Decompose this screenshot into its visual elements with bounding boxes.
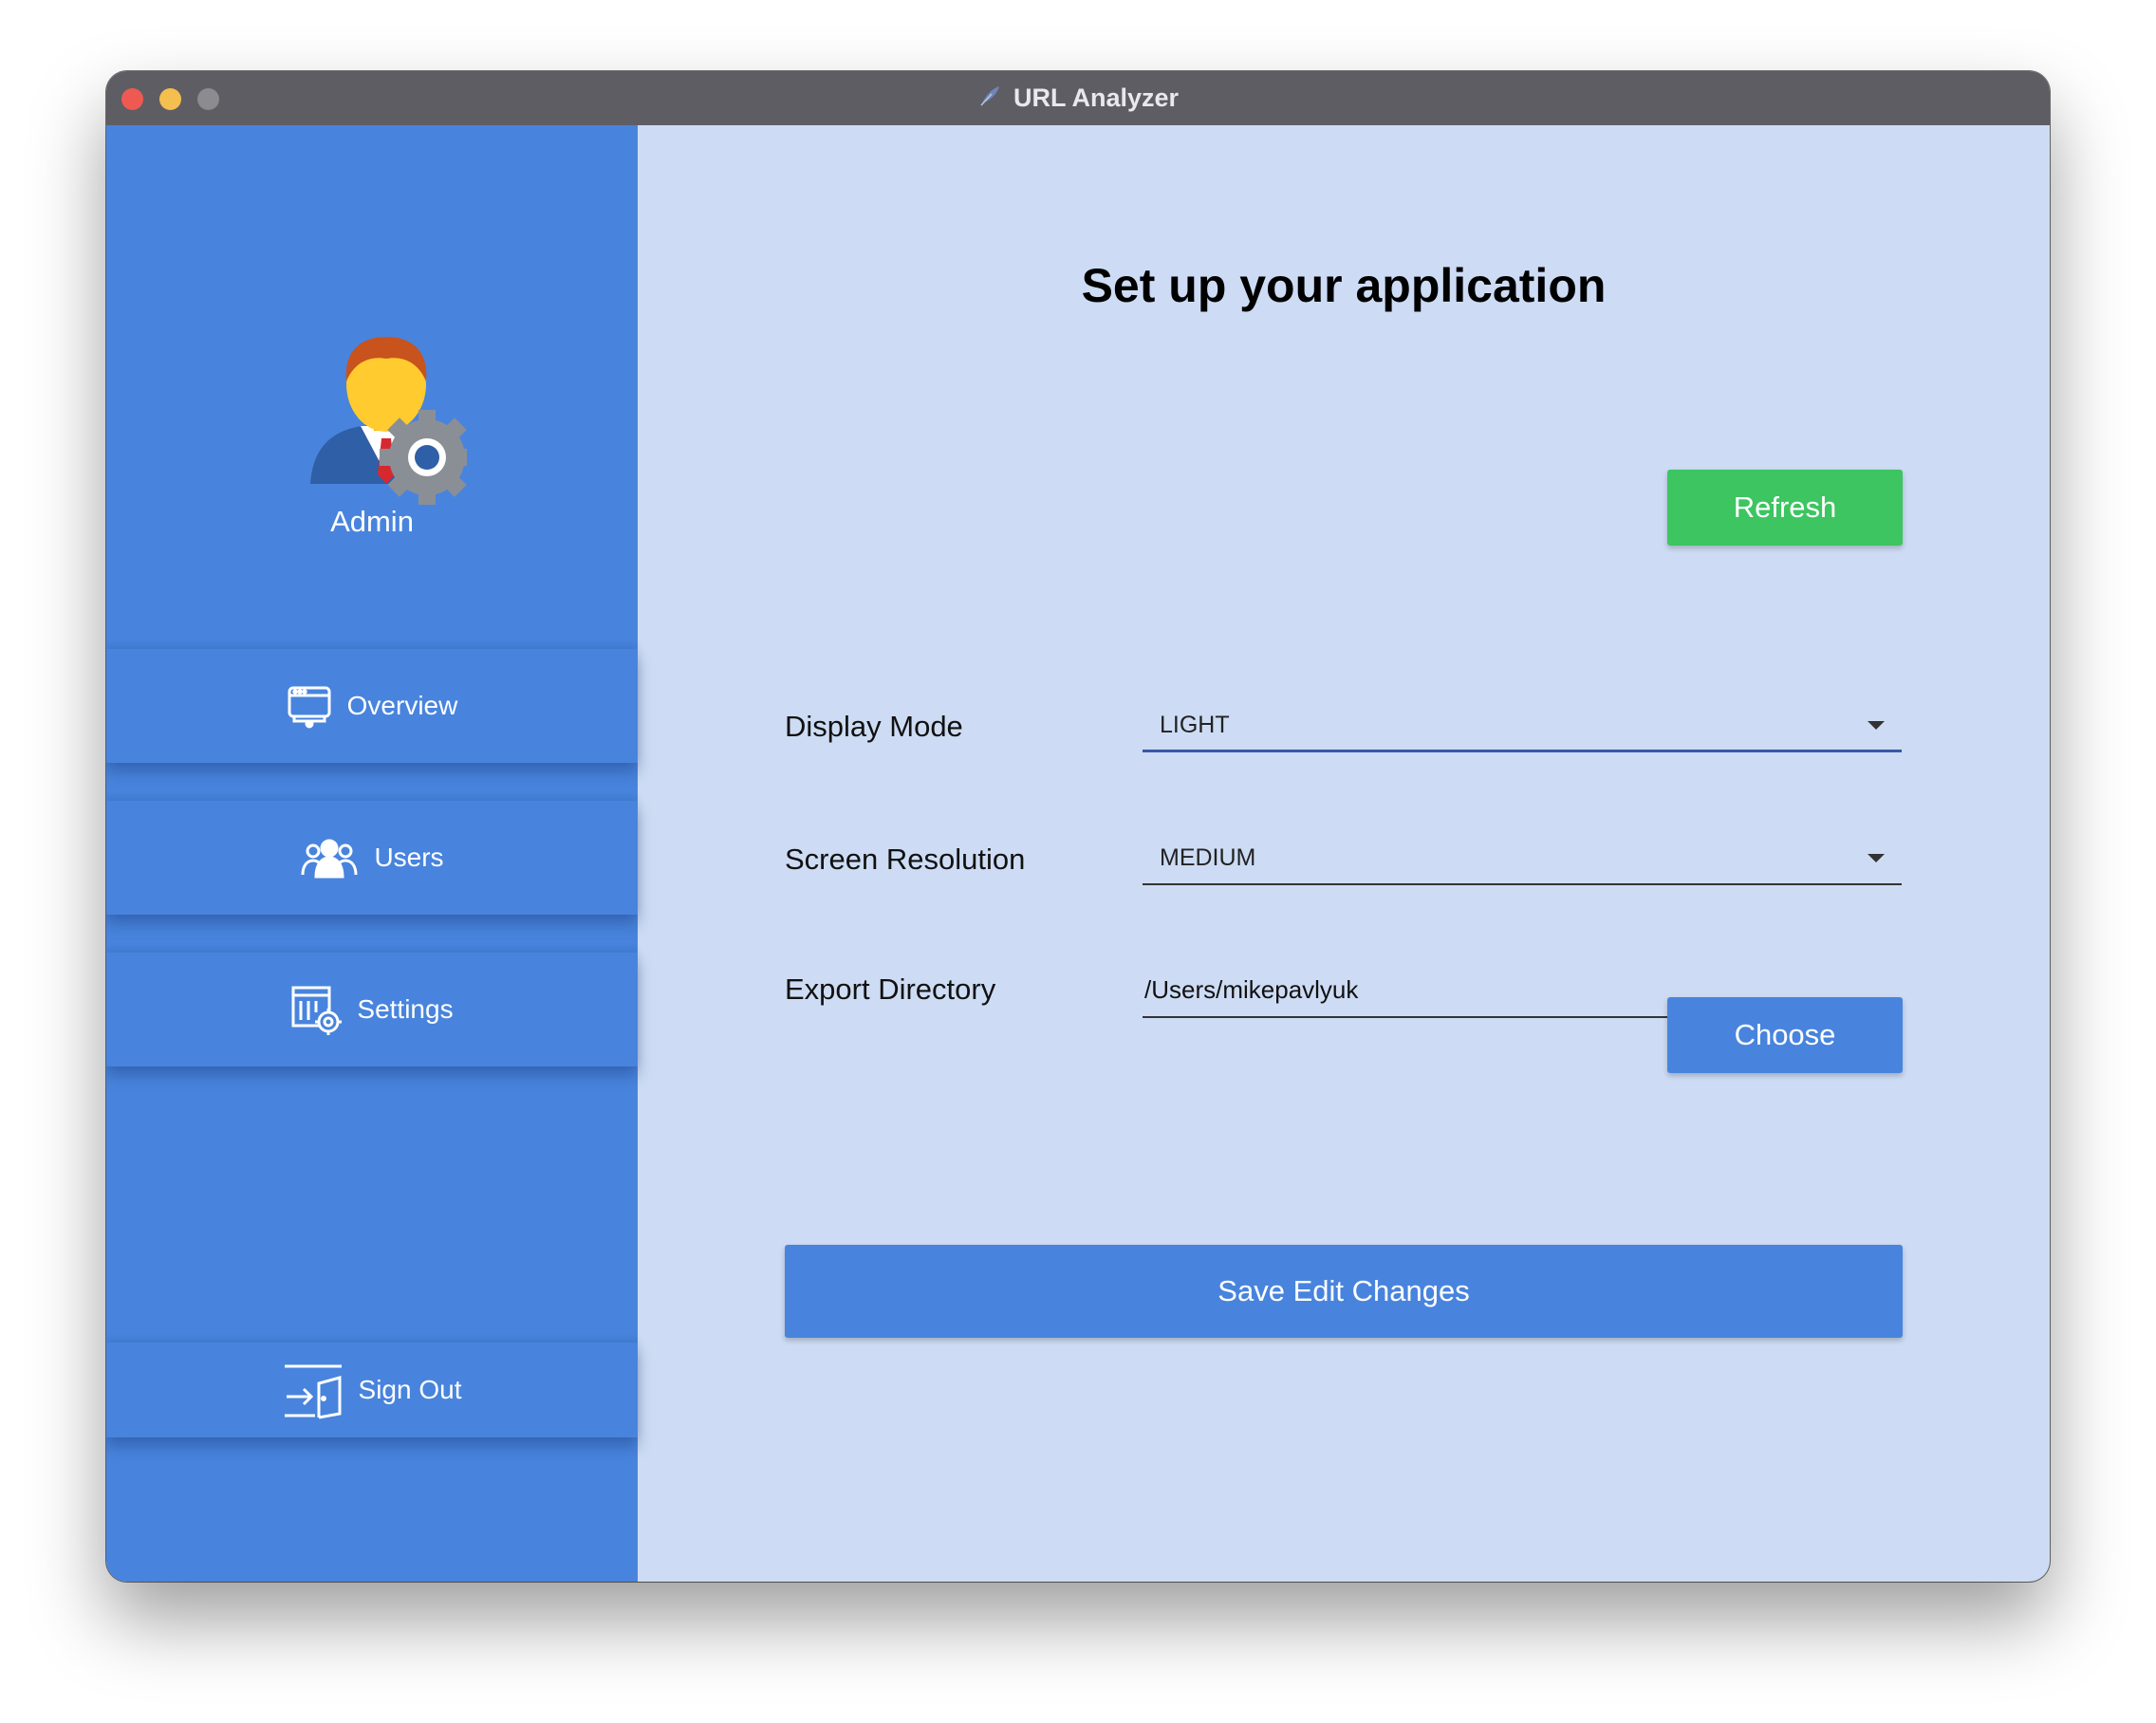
app-window: URL Analyzer Admin Overview Users Settin…: [106, 71, 2050, 1582]
sidebar-item-sign-out[interactable]: Sign Out: [106, 1343, 638, 1437]
sidebar-item-overview[interactable]: Overview: [106, 649, 638, 763]
sidebar: Admin Overview Users Settings Sign Out: [106, 125, 638, 1582]
refresh-button[interactable]: Refresh: [1667, 470, 1903, 546]
display-mode-value: LIGHT: [1160, 711, 1230, 738]
sign-out-icon: [283, 1361, 344, 1419]
settings-icon: [290, 984, 343, 1035]
feather-icon: [977, 83, 1002, 113]
save-edit-changes-button[interactable]: Save Edit Changes: [785, 1245, 1903, 1338]
screen-resolution-label: Screen Resolution: [785, 843, 1026, 876]
display-mode-select[interactable]: LIGHT: [1143, 700, 1902, 752]
export-directory-label: Export Directory: [785, 973, 996, 1006]
title-bar[interactable]: URL Analyzer: [106, 71, 2050, 125]
admin-label: Admin: [330, 505, 414, 538]
sidebar-item-label: Settings: [357, 994, 454, 1024]
monitor-icon: [287, 683, 332, 729]
chevron-down-icon: [1868, 720, 1885, 730]
settings-panel: Set up your application Refresh Display …: [638, 125, 2050, 1582]
page-title: Set up your application: [1081, 259, 1607, 312]
sidebar-item-settings[interactable]: Settings: [106, 953, 638, 1066]
choose-directory-button[interactable]: Choose: [1667, 997, 1903, 1073]
chevron-down-icon: [1868, 854, 1885, 862]
sidebar-item-users[interactable]: Users: [106, 801, 638, 915]
window-title: URL Analyzer: [1013, 83, 1180, 112]
sidebar-item-label: Users: [374, 843, 444, 872]
users-icon: [300, 837, 359, 879]
admin-avatar-icon: [306, 332, 474, 508]
screen-resolution-select[interactable]: MEDIUM: [1143, 833, 1902, 885]
sidebar-item-label: Overview: [346, 691, 458, 720]
display-mode-label: Display Mode: [785, 710, 963, 743]
window-title-group: URL Analyzer: [106, 71, 2050, 125]
screen-resolution-value: MEDIUM: [1160, 844, 1256, 871]
sidebar-item-label: Sign Out: [358, 1375, 462, 1404]
